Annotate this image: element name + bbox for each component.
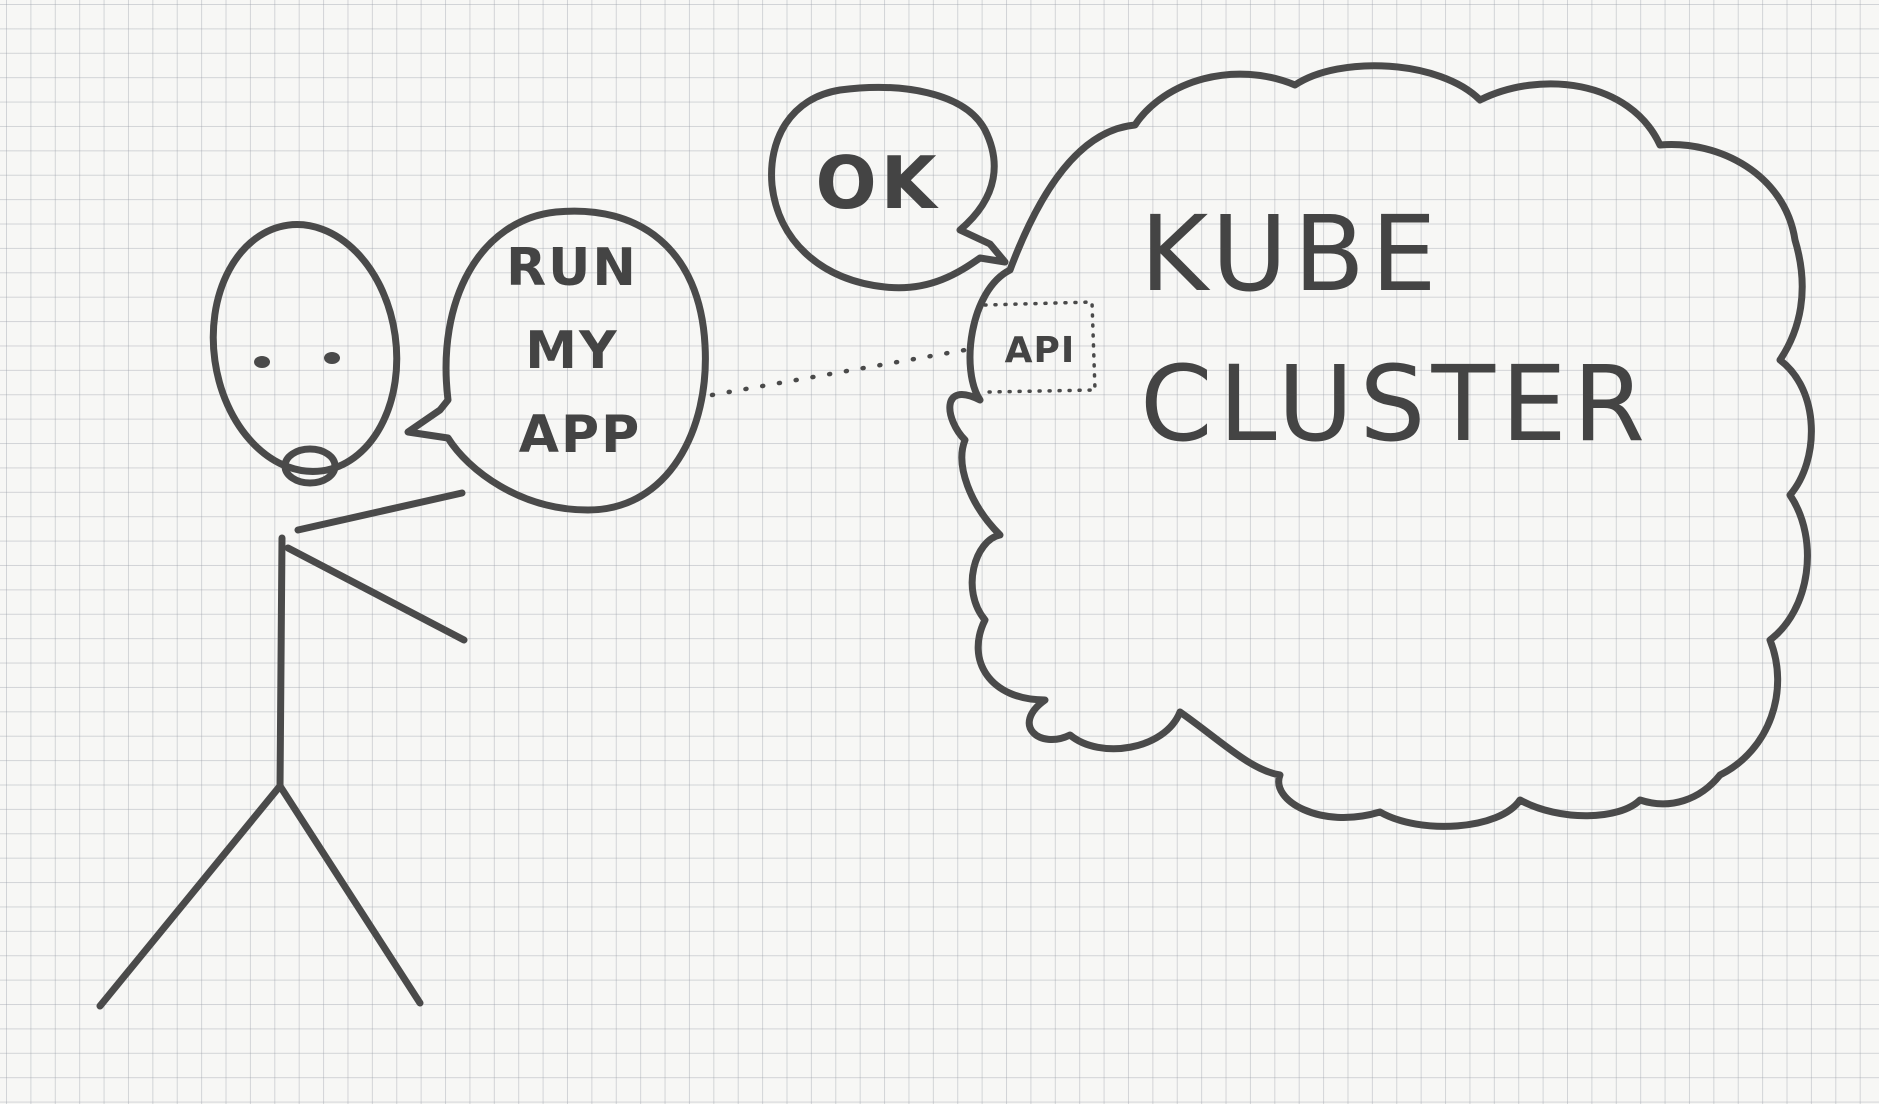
diagram-sketch: RUN MY APP OK API KUBE CLUSTER — [96, 62, 1815, 1010]
cluster-label-line-2: CLUSTER — [1140, 343, 1651, 465]
kube-cluster-cloud: API KUBE CLUSTER — [946, 62, 1815, 830]
stick-figure-right-eye — [324, 352, 340, 364]
speech-text-line-1: RUN — [506, 238, 638, 298]
stick-figure-lower-arm — [284, 544, 468, 644]
speech-bubble-run-my-app: RUN MY APP — [404, 207, 709, 514]
stick-figure-body — [276, 534, 286, 792]
stick-figure — [96, 221, 468, 1010]
stick-figure-upper-arm — [294, 489, 466, 534]
graph-paper-background: RUN MY APP OK API KUBE CLUSTER — [0, 0, 1879, 1104]
ok-bubble-text: OK — [816, 141, 941, 225]
speech-text-line-2: MY — [525, 321, 618, 381]
stick-figure-left-eye — [254, 356, 270, 368]
stick-figure-left-leg — [96, 782, 284, 1010]
stick-figure-right-leg — [276, 782, 424, 1007]
api-label: API — [1005, 330, 1076, 371]
stick-figure-head — [209, 221, 401, 475]
speech-bubble-ok: OK — [768, 83, 1009, 292]
cluster-label-line-1: KUBE — [1140, 193, 1443, 315]
speech-text-line-3: APP — [519, 405, 641, 465]
connection-line-dotted — [709, 347, 968, 398]
